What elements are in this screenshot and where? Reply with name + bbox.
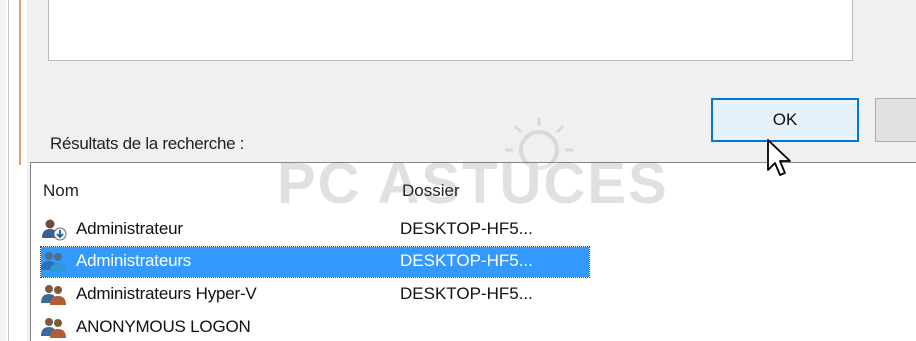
search-results-label: Résultats de la recherche : bbox=[50, 134, 245, 153]
user-icon bbox=[41, 218, 67, 242]
item-name: ANONYMOUS LOGON bbox=[76, 317, 251, 336]
list-item[interactable]: Administrateurs Hyper-V DESKTOP-HF5... bbox=[41, 280, 589, 310]
group-icon bbox=[41, 250, 67, 274]
item-name: Administrateurs Hyper-V bbox=[76, 284, 257, 303]
object-names-textarea[interactable] bbox=[48, 0, 853, 61]
list-item[interactable]: ANONYMOUS LOGON bbox=[41, 313, 589, 341]
list-item[interactable]: Administrateur DESKTOP-HF5... bbox=[41, 215, 589, 245]
item-folder: DESKTOP-HF5... bbox=[400, 219, 533, 238]
window-edge bbox=[0, 0, 6, 341]
item-folder: DESKTOP-HF5... bbox=[400, 284, 533, 303]
item-folder: DESKTOP-HF5... bbox=[400, 251, 533, 270]
search-results-list[interactable]: Nom Dossier Administrateur DESKTOP-HF5..… bbox=[30, 162, 916, 341]
cancel-button[interactable] bbox=[875, 98, 916, 142]
item-name: Administrateurs bbox=[76, 251, 192, 270]
group-icon bbox=[41, 283, 67, 307]
select-users-dialog: Résultats de la recherche : OK Nom Dossi… bbox=[27, 0, 916, 341]
ok-button[interactable]: OK bbox=[711, 98, 859, 142]
column-header-name[interactable]: Nom bbox=[43, 181, 79, 201]
window-border bbox=[8, 0, 9, 341]
dialog-window: Résultats de la recherche : OK Nom Dossi… bbox=[0, 0, 916, 341]
item-name: Administrateur bbox=[76, 219, 183, 238]
column-header-folder[interactable]: Dossier bbox=[402, 181, 460, 201]
mouse-cursor-icon bbox=[767, 139, 791, 176]
list-item[interactable]: Administrateurs DESKTOP-HF5... bbox=[40, 246, 590, 278]
group-icon bbox=[41, 316, 67, 340]
window-accent-border bbox=[19, 0, 21, 165]
